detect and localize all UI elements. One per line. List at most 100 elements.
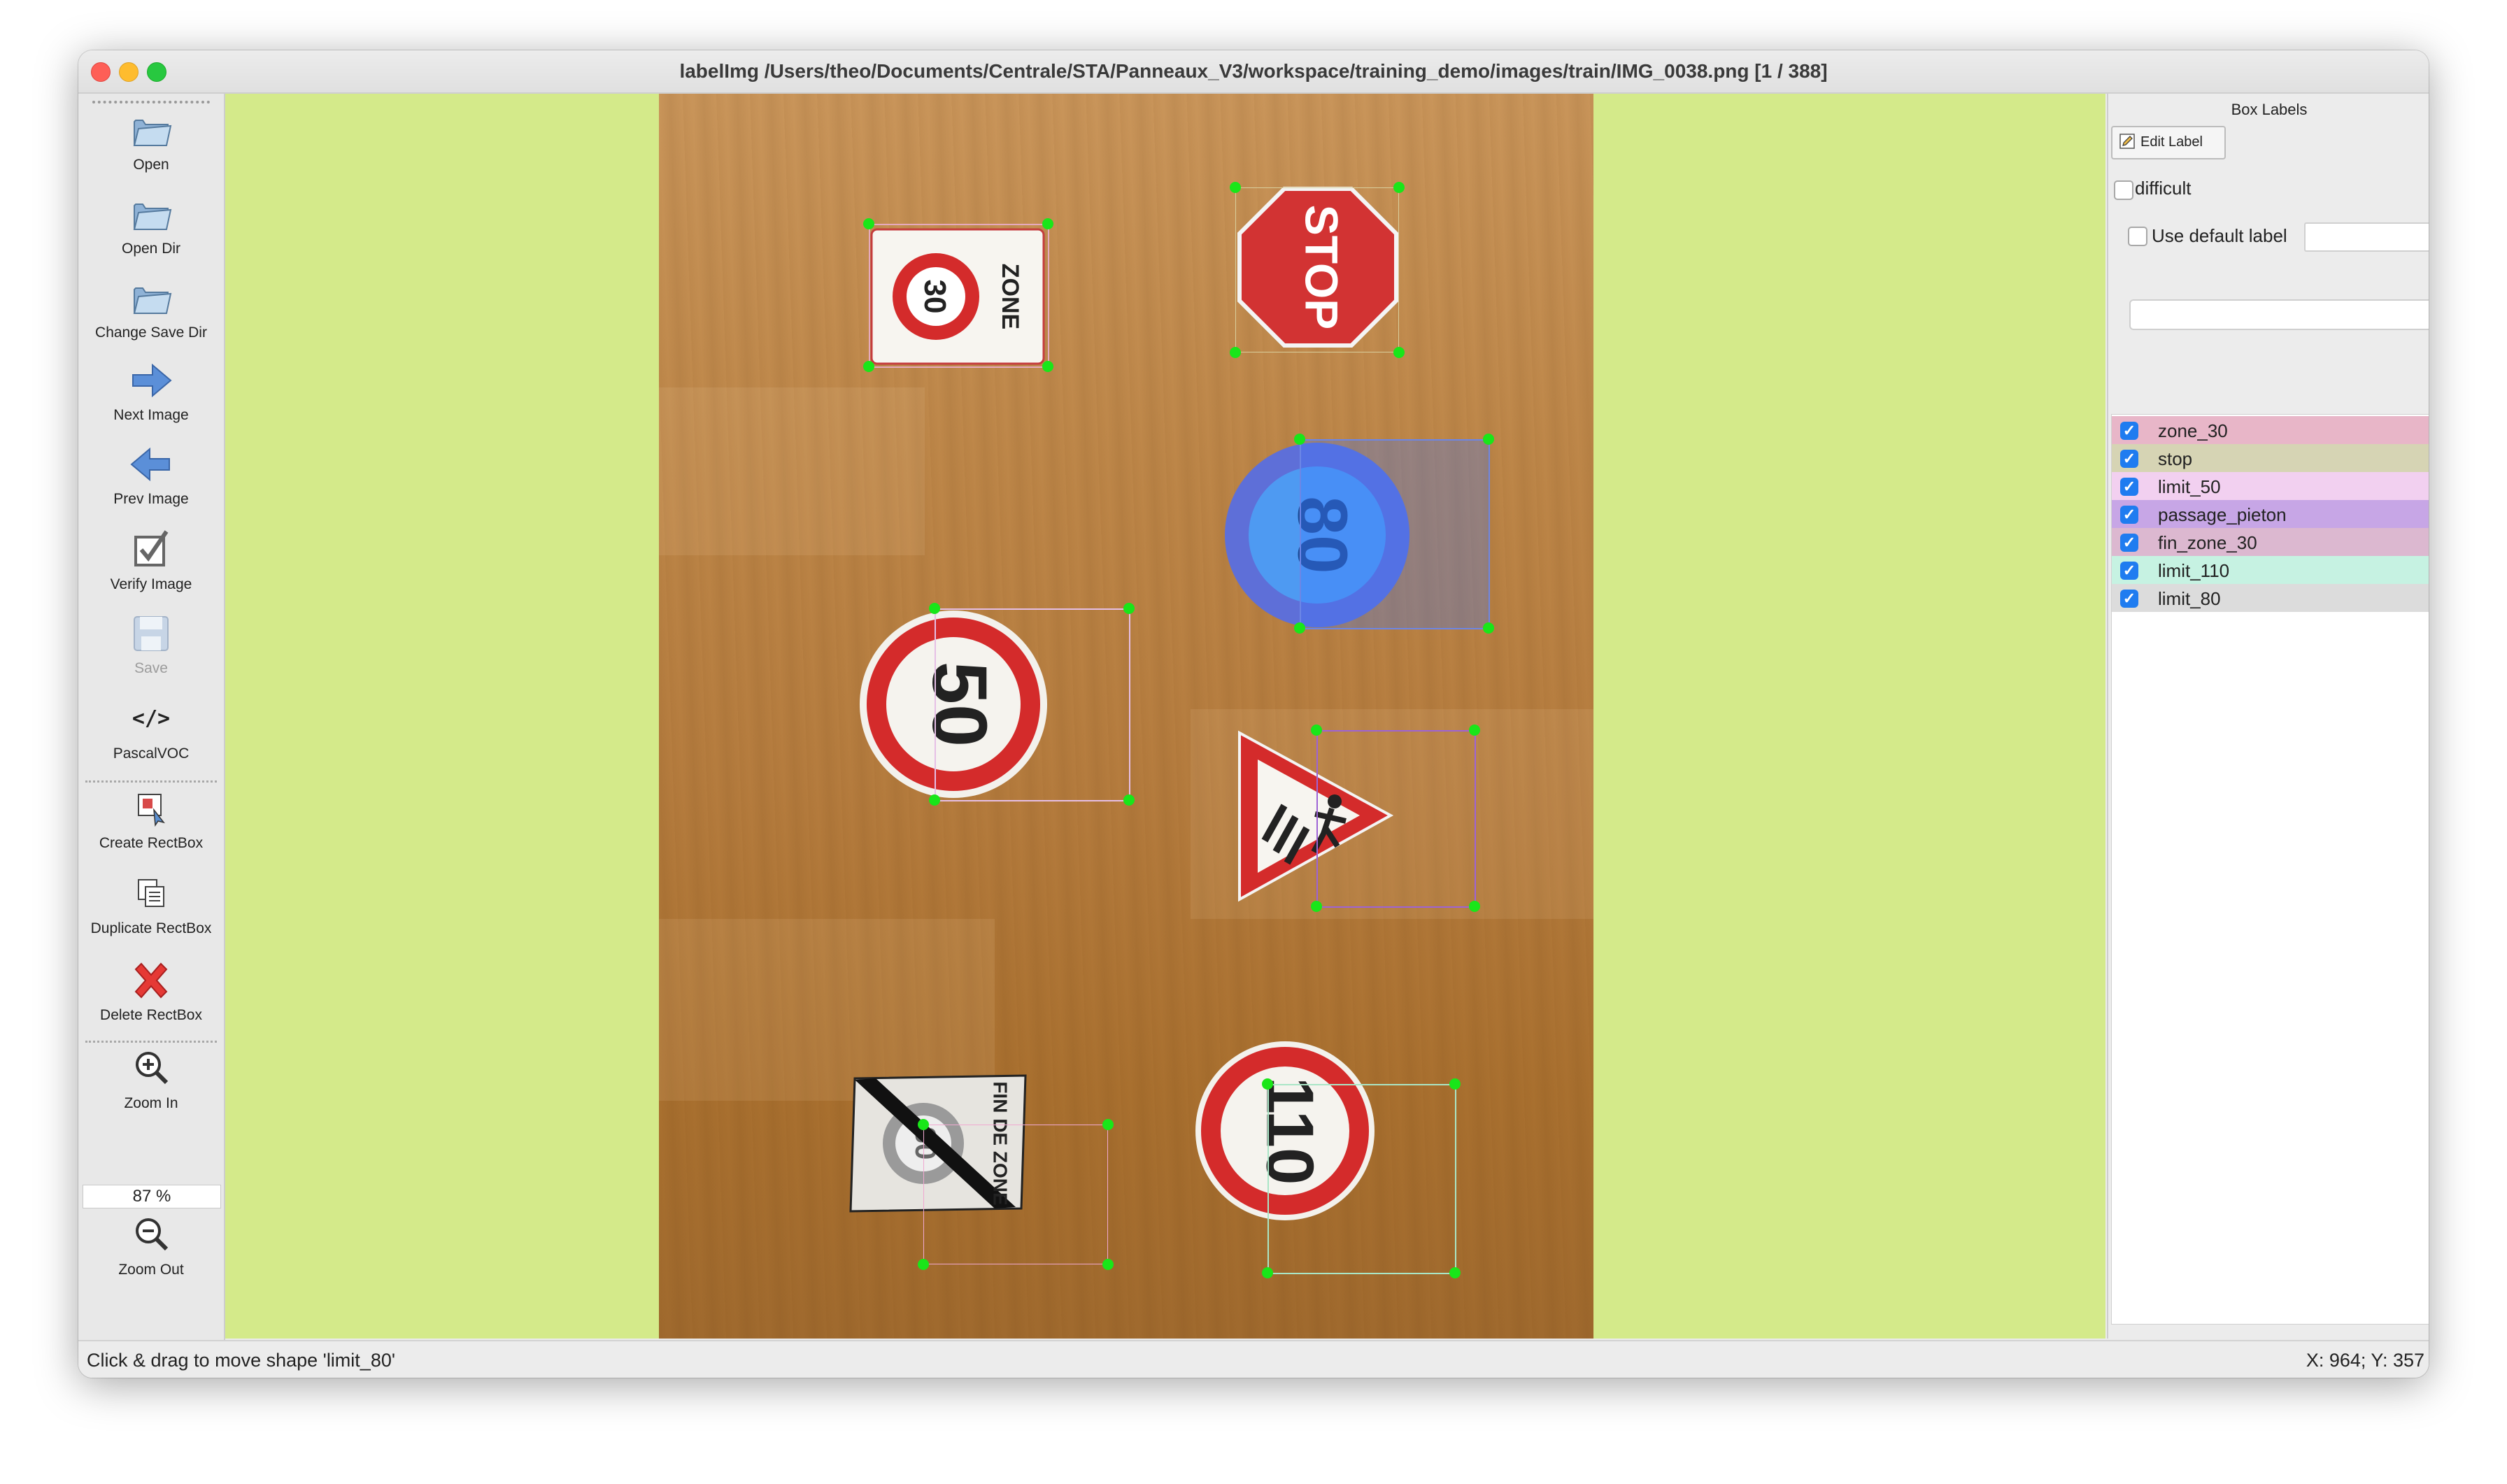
change-save-dir-label: Change Save Dir (95, 324, 207, 341)
bbox-handle[interactable] (1123, 794, 1135, 806)
toolbar-separator (85, 1041, 217, 1043)
title-bar: labelImg /Users/theo/Documents/Centrale/… (78, 50, 2429, 94)
label-name: limit_50 (2158, 476, 2221, 497)
bbox-handle[interactable] (863, 218, 874, 229)
checkmark-icon[interactable]: ✓ (2120, 478, 2138, 496)
label-name: limit_80 (2158, 588, 2221, 609)
bbox-handle[interactable] (918, 1259, 929, 1270)
bbox-handle[interactable] (1311, 901, 1322, 912)
label-row-limit-110[interactable]: ✓ limit_110 (2112, 556, 2429, 584)
bbox-handle[interactable] (1469, 725, 1480, 736)
format-toggle-button[interactable]: </> PascalVOC (78, 697, 224, 762)
label-row-limit-50[interactable]: ✓ limit_50 (2112, 472, 2429, 500)
checkmark-icon[interactable]: ✓ (2120, 562, 2138, 580)
checkmark-icon[interactable]: ✓ (2120, 534, 2138, 552)
zoom-out-button[interactable]: Zoom Out (78, 1213, 224, 1278)
label-row-fin-zone-30[interactable]: ✓ fin_zone_30 (2112, 528, 2429, 556)
bbox-handle[interactable] (929, 794, 940, 806)
zoom-in-button[interactable]: Zoom In (78, 1046, 224, 1112)
bbox-handle[interactable] (1483, 434, 1494, 445)
delete-rectbox-button[interactable]: Delete RectBox (78, 958, 224, 1024)
arrow-right-icon (132, 363, 172, 398)
open-button[interactable]: Open (78, 108, 224, 173)
zoom-level-field[interactable]: 87 % (83, 1185, 221, 1208)
toolbar-grip[interactable] (92, 101, 210, 104)
label-name: fin_zone_30 (2158, 532, 2257, 553)
toolbar-separator (85, 780, 217, 783)
pencil-edit-icon (2119, 134, 2135, 149)
bbox-handle[interactable] (1230, 182, 1241, 193)
next-image-button[interactable]: Next Image (78, 358, 224, 424)
bbox-handle[interactable] (1311, 725, 1322, 736)
checkmark-icon[interactable]: ✓ (2120, 450, 2138, 468)
checkmark-icon[interactable]: ✓ (2120, 506, 2138, 524)
label-row-passage-pieton[interactable]: ✓ passage_pieton (2112, 500, 2429, 528)
bbox-handle[interactable] (1393, 182, 1405, 193)
folder-open-icon (133, 287, 172, 314)
checkmark-icon[interactable]: ✓ (2120, 590, 2138, 608)
difficult-checkbox[interactable] (2114, 180, 2133, 200)
difficult-label: difficult (2135, 178, 2192, 199)
bbox-handle[interactable] (918, 1119, 929, 1130)
edit-label-text: Edit Label (2140, 134, 2203, 150)
use-default-label-text: Use default label (2152, 225, 2287, 246)
bbox-passage-pieton[interactable] (1316, 730, 1476, 908)
bbox-handle[interactable] (1042, 361, 1053, 372)
bbox-handle[interactable] (1393, 347, 1405, 358)
bbox-stop[interactable] (1235, 187, 1399, 352)
save-button[interactable]: Save (78, 611, 224, 677)
checkbox-verify-icon (134, 530, 169, 566)
label-combo-box[interactable]: ▴▾ (2129, 299, 2429, 330)
edit-label-button[interactable]: Edit Label (2111, 126, 2226, 159)
labels-list[interactable]: ✓ zone_30 ✓ stop ✓ limit_50 ✓ passage_pi… (2111, 414, 2429, 1325)
app-window: labelImg /Users/theo/Documents/Centrale/… (78, 50, 2429, 1378)
bbox-handle[interactable] (1123, 603, 1135, 614)
bbox-handle[interactable] (1262, 1078, 1273, 1090)
bbox-limit-80-selected[interactable] (1300, 439, 1490, 629)
label-row-stop[interactable]: ✓ stop (2112, 444, 2429, 472)
bbox-handle[interactable] (1449, 1078, 1461, 1090)
create-rectbox-button[interactable]: Create RectBox (78, 786, 224, 852)
bbox-handle[interactable] (1469, 901, 1480, 912)
bbox-limit-50[interactable] (935, 608, 1130, 801)
default-label-input[interactable] (2304, 222, 2429, 252)
zoom-in-label: Zoom In (124, 1095, 178, 1111)
bbox-handle[interactable] (1230, 347, 1241, 358)
checkmark-icon[interactable]: ✓ (2120, 422, 2138, 440)
zoom-out-icon (136, 1218, 169, 1251)
dock-title: Box Labels (2231, 101, 2308, 118)
prev-image-label: Prev Image (113, 491, 189, 507)
zoom-in-icon (136, 1052, 169, 1085)
floor-plank (659, 387, 925, 555)
image-canvas[interactable]: 30 ZONE STOP 80 50 FIN DE ZONE 110 (225, 94, 2105, 1339)
duplicate-rectbox-button[interactable]: Duplicate RectBox (78, 871, 224, 937)
label-row-zone-30[interactable]: ✓ zone_30 (2112, 416, 2429, 444)
arrow-left-icon (130, 447, 170, 482)
label-row-limit-80[interactable]: ✓ limit_80 (2112, 584, 2429, 612)
use-default-label-checkbox[interactable] (2128, 227, 2147, 246)
status-bar: Click & drag to move shape 'limit_80' X:… (78, 1340, 2429, 1378)
bbox-handle[interactable] (1294, 622, 1305, 634)
bbox-limit-110[interactable] (1267, 1084, 1456, 1274)
bbox-fin-zone-30[interactable] (923, 1125, 1108, 1264)
cursor-coordinates: X: 964; Y: 357 (2306, 1350, 2424, 1371)
bbox-handle[interactable] (1294, 434, 1305, 445)
bbox-handle[interactable] (1102, 1259, 1114, 1270)
bbox-handle[interactable] (929, 603, 940, 614)
label-name: stop (2158, 448, 2193, 469)
bbox-handle[interactable] (1483, 622, 1494, 634)
create-rect-icon (138, 794, 165, 827)
open-label: Open (133, 157, 169, 173)
change-save-dir-button[interactable]: Change Save Dir (78, 276, 224, 341)
bbox-handle[interactable] (1042, 218, 1053, 229)
create-rectbox-label: Create RectBox (99, 835, 204, 851)
zoom-out-label: Zoom Out (118, 1262, 184, 1278)
verify-image-button[interactable]: Verify Image (78, 527, 224, 593)
bbox-handle[interactable] (1262, 1267, 1273, 1278)
prev-image-button[interactable]: Prev Image (78, 442, 224, 508)
bbox-handle[interactable] (1449, 1267, 1461, 1278)
open-dir-button[interactable]: Open Dir (78, 192, 224, 257)
bbox-zone-30[interactable] (869, 224, 1049, 368)
bbox-handle[interactable] (863, 361, 874, 372)
bbox-handle[interactable] (1102, 1119, 1114, 1130)
